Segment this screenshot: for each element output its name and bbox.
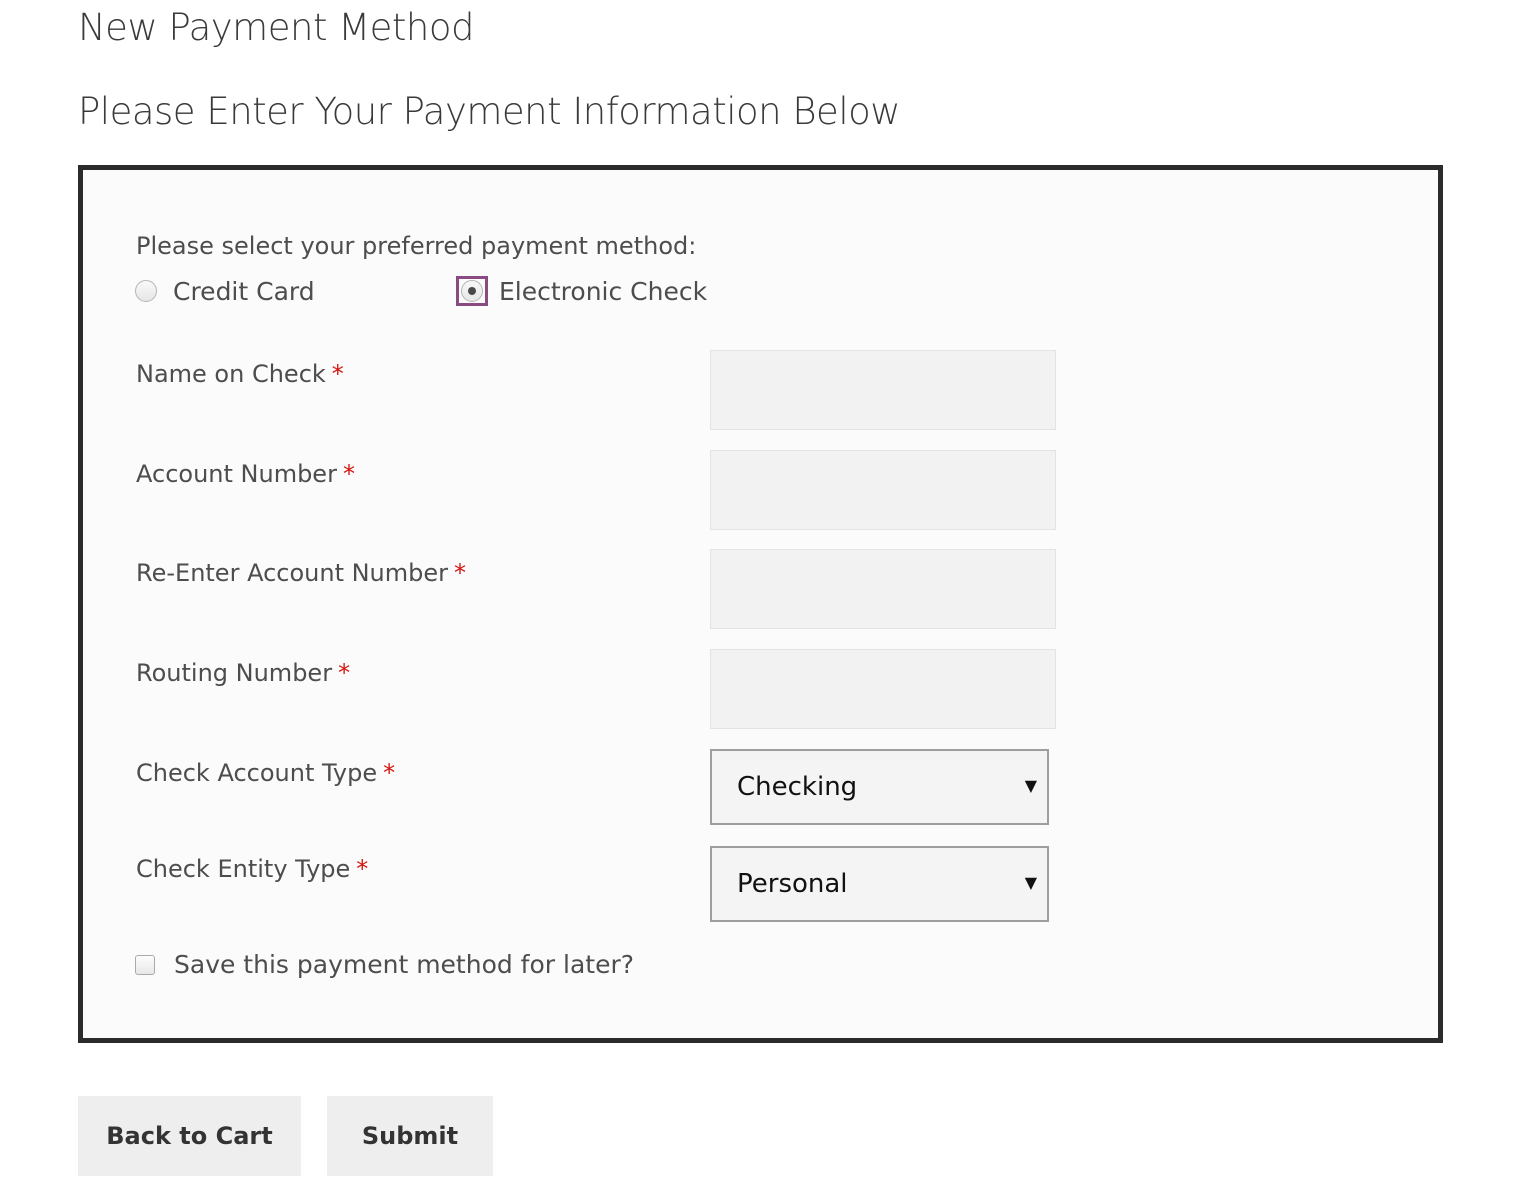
save-payment-method-label[interactable]: Save this payment method for later? <box>174 950 634 979</box>
check-entity-type-select[interactable]: Personal ▼ <box>710 846 1049 922</box>
required-marker: * <box>454 559 467 587</box>
check-account-type-value: Checking <box>737 772 858 802</box>
account-number-label: Account Number * <box>136 460 355 488</box>
payment-form: Please select your preferred payment met… <box>78 165 1443 1043</box>
radio-button-icon[interactable] <box>135 280 157 302</box>
required-marker: * <box>338 659 351 687</box>
radio-electronic-check[interactable]: Electronic Check <box>456 273 707 309</box>
name-on-check-input[interactable] <box>710 350 1056 430</box>
required-marker: * <box>383 759 396 787</box>
routing-number-input[interactable] <box>710 649 1056 729</box>
check-entity-type-label: Check Entity Type * <box>136 855 369 883</box>
radio-button-checked-icon[interactable] <box>461 280 483 302</box>
account-number-input[interactable] <box>710 450 1056 530</box>
required-marker: * <box>331 360 344 388</box>
submit-button[interactable]: Submit <box>327 1096 493 1176</box>
required-marker: * <box>342 460 355 488</box>
chevron-down-icon: ▼ <box>1024 776 1037 795</box>
page-title: New Payment Method <box>78 6 474 49</box>
radio-focus-outline[interactable] <box>456 276 488 306</box>
routing-number-label: Routing Number * <box>136 659 351 687</box>
check-account-type-label: Check Account Type * <box>136 759 396 787</box>
back-to-cart-button[interactable]: Back to Cart <box>78 1096 301 1176</box>
payment-method-prompt: Please select your preferred payment met… <box>136 232 697 260</box>
check-entity-type-value: Personal <box>737 869 848 899</box>
reenter-account-number-label: Re-Enter Account Number * <box>136 559 467 587</box>
reenter-account-number-input[interactable] <box>710 549 1056 629</box>
required-marker: * <box>356 855 369 883</box>
name-on-check-label: Name on Check * <box>136 360 344 388</box>
radio-credit-card[interactable]: Credit Card <box>135 273 315 309</box>
radio-electronic-check-label[interactable]: Electronic Check <box>499 277 707 306</box>
check-account-type-select[interactable]: Checking ▼ <box>710 749 1049 825</box>
page-subtitle: Please Enter Your Payment Information Be… <box>78 90 901 133</box>
save-payment-method-checkbox[interactable] <box>135 954 155 975</box>
radio-credit-card-label[interactable]: Credit Card <box>173 277 315 306</box>
save-payment-method-row[interactable]: Save this payment method for later? <box>135 950 634 979</box>
chevron-down-icon: ▼ <box>1024 873 1037 892</box>
